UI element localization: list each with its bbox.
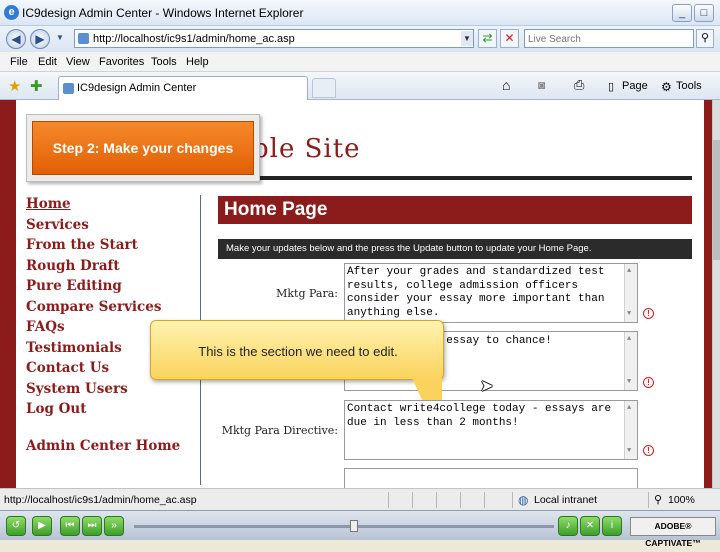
status-divider [412, 492, 413, 508]
callout-caption: This is the section we need to edit. [150, 320, 444, 380]
mktg-para-directive-textarea[interactable]: Contact write4college today - essays are… [344, 400, 638, 460]
menu-favorites[interactable]: Favorites [99, 56, 144, 68]
page-scrollbar[interactable] [712, 100, 720, 488]
page-icon [63, 83, 74, 94]
error-icon: ! [643, 308, 654, 319]
address-dropdown-icon[interactable]: ▼ [461, 31, 473, 46]
page-heading: Home Page [218, 196, 692, 224]
status-divider [484, 492, 485, 508]
nav-compare-services[interactable]: Compare Services [26, 299, 201, 320]
status-divider [436, 492, 437, 508]
captivate-control-bar: ↺ ▶ ⏮ ⏭ » ♪ ✕ i ADOBE® CAPTIVATE™ [0, 510, 720, 548]
new-tab-button[interactable] [312, 78, 336, 98]
site-title: ple Site [252, 134, 361, 164]
status-divider [460, 492, 461, 508]
address-url: http://localhost/ic9s1/admin/home_ac.asp [93, 33, 295, 45]
second-field-value: r essay to chance! [433, 335, 552, 347]
nav-home[interactable]: Home [26, 196, 201, 217]
stop-icon[interactable]: ✕ [500, 29, 519, 48]
history-dropdown-icon[interactable]: ▼ [54, 29, 66, 49]
scrollbar-thumb[interactable] [713, 140, 720, 260]
step-caption-box: Step 2: Make your changes [26, 114, 260, 182]
zoom-icon: ⚲ [654, 494, 663, 506]
add-favorite-icon[interactable]: ✚ [30, 77, 43, 95]
callout-text: This is the section we need to edit. [198, 344, 398, 359]
address-bar-row: ◀ ▶ ▼ http://localhost/ic9s1/admin/home_… [0, 26, 720, 52]
playback-progress[interactable] [134, 520, 554, 532]
menu-tools[interactable]: Tools [151, 56, 177, 68]
tab-row: ★ ✚ IC9design Admin Center ⌂ ◙ ⎙ ▯ Page … [0, 72, 720, 100]
nav-log-out[interactable]: Log Out [26, 401, 201, 422]
status-divider [388, 492, 389, 508]
window-title-bar: e IC9design Admin Center - Windows Inter… [0, 0, 720, 26]
error-icon: ! [643, 377, 654, 388]
progress-knob[interactable] [350, 520, 358, 532]
status-divider [648, 492, 649, 508]
search-icon[interactable]: ⚲ [696, 29, 714, 48]
page-icon [78, 33, 89, 44]
fast-forward-icon[interactable]: » [104, 516, 124, 536]
previous-icon[interactable]: ⏮ [60, 516, 80, 536]
forward-button[interactable]: ▶ [30, 29, 50, 49]
audio-icon[interactable]: ♪ [558, 516, 578, 536]
field-label-mktg-para-directive: Mktg Para Directive: [221, 424, 338, 437]
nav-pure-editing[interactable]: Pure Editing [26, 278, 201, 299]
mktg-para-value: After your grades and standardized test … [347, 266, 612, 319]
mouse-cursor-icon: ➤ [480, 378, 494, 395]
ie-icon: e [4, 5, 19, 20]
captivate-logo: ADOBE® CAPTIVATE™ [630, 517, 716, 548]
mktg-para-textarea[interactable]: After your grades and standardized test … [344, 263, 638, 323]
nav-rough-draft[interactable]: Rough Draft [26, 258, 201, 279]
nav-admin-center-home[interactable]: Admin Center Home [26, 438, 201, 459]
back-button[interactable]: ◀ [6, 29, 26, 49]
address-field[interactable]: http://localhost/ic9s1/admin/home_ac.asp… [74, 29, 474, 48]
exit-icon[interactable]: ✕ [580, 516, 600, 536]
nav-services[interactable]: Services [26, 217, 201, 238]
search-input[interactable] [525, 31, 685, 47]
menu-view[interactable]: View [66, 56, 90, 68]
tab-admin-center[interactable]: IC9design Admin Center [58, 76, 308, 100]
feeds-icon[interactable]: ◙ [538, 78, 545, 92]
status-url: http://localhost/ic9s1/admin/home_ac.asp [4, 494, 197, 506]
fourth-textarea[interactable] [344, 468, 638, 488]
textarea-scrollbar[interactable] [624, 332, 637, 390]
mktg-para-directive-value: Contact write4college today - essays are… [347, 403, 618, 429]
error-icon: ! [643, 445, 654, 456]
menu-file[interactable]: File [10, 56, 28, 68]
minimize-button[interactable]: _ [672, 4, 692, 22]
tab-label: IC9design Admin Center [77, 82, 197, 94]
search-field[interactable] [524, 29, 694, 48]
menu-bar: File Edit View Favorites Tools Help [0, 52, 720, 72]
textarea-scrollbar[interactable] [624, 401, 637, 459]
home-icon[interactable]: ⌂ [502, 77, 510, 93]
print-icon[interactable]: ⎙ [574, 77, 584, 93]
menu-edit[interactable]: Edit [38, 56, 57, 68]
status-bar: http://localhost/ic9s1/admin/home_ac.asp… [0, 488, 720, 510]
menu-help[interactable]: Help [186, 56, 209, 68]
window-title: IC9design Admin Center - Windows Interne… [22, 6, 304, 20]
status-divider [512, 492, 513, 508]
page-icon-small: ▯ [608, 81, 615, 93]
maximize-button[interactable]: □ [694, 4, 714, 22]
intranet-globe-icon: ◍ [518, 493, 529, 507]
next-icon[interactable]: ⏭ [82, 516, 102, 536]
security-zone: Local intranet [534, 494, 598, 506]
gear-icon: ⚙ [661, 80, 672, 94]
nav-from-the-start[interactable]: From the Start [26, 237, 201, 258]
step-button[interactable]: Step 2: Make your changes [32, 121, 254, 175]
tools-menu-button[interactable]: Tools [676, 80, 702, 92]
textarea-scrollbar[interactable] [624, 264, 637, 322]
callout-tail [412, 378, 442, 400]
play-icon[interactable]: ▶ [32, 516, 52, 536]
zoom-level[interactable]: 100% [668, 494, 695, 506]
field-label-mktg-para: Mktg Para: [276, 287, 338, 300]
info-icon[interactable]: i [602, 516, 622, 536]
instructions-bar: Make your updates below and the press th… [218, 239, 692, 259]
favorites-star-icon[interactable]: ★ [8, 77, 21, 95]
nav-system-users[interactable]: System Users [26, 381, 201, 402]
rewind-icon[interactable]: ↺ [6, 516, 26, 536]
page-menu-button[interactable]: Page [622, 80, 648, 92]
refresh-icon[interactable]: ⇄ [478, 29, 497, 48]
